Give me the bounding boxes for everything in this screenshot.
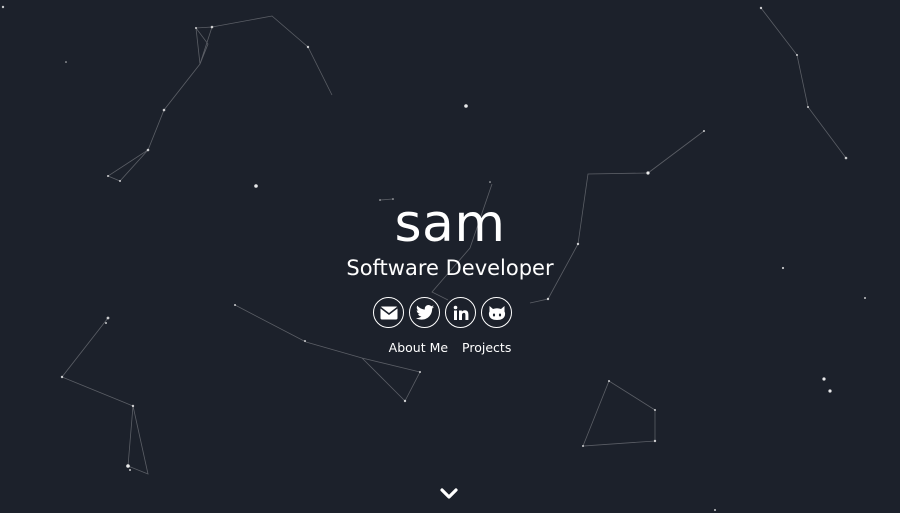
hero-role: Software Developer	[346, 256, 554, 280]
nav-links: About Me Projects	[0, 340, 900, 356]
envelope-icon	[379, 306, 398, 319]
twitter-icon	[415, 305, 434, 320]
twitter-button[interactable]	[409, 297, 440, 328]
about-me-link[interactable]: About Me	[389, 340, 448, 355]
github-button[interactable]	[481, 297, 512, 328]
hero-name: sam	[394, 194, 506, 254]
email-button[interactable]	[373, 297, 404, 328]
linkedin-icon	[453, 305, 468, 320]
projects-link[interactable]: Projects	[462, 340, 511, 355]
github-icon	[488, 305, 505, 320]
chevron-down-icon[interactable]	[440, 486, 458, 502]
social-links	[373, 297, 527, 331]
linkedin-button[interactable]	[445, 297, 476, 328]
hero: sam Software Developer About Me Projects	[0, 0, 900, 513]
